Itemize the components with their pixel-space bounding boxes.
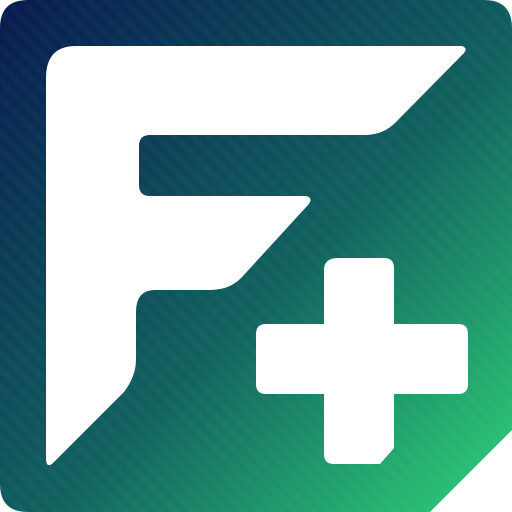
f-plus-logo [0, 0, 512, 512]
app-icon [0, 0, 512, 512]
